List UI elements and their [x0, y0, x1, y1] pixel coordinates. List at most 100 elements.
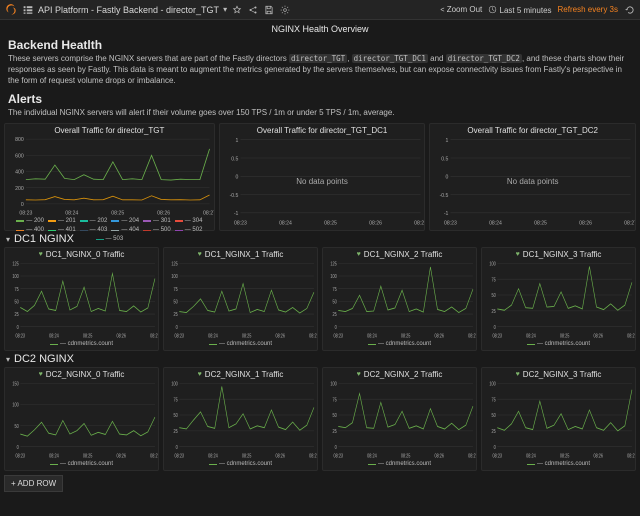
legend-item[interactable]: — 301: [143, 218, 171, 225]
dashboard-title[interactable]: API Platform - Fastly Backend - director…: [38, 5, 219, 15]
svg-text:75: 75: [15, 286, 20, 292]
chart-legend: — cdnmetrics.count: [323, 340, 476, 350]
chevron-down-icon: ▾: [6, 235, 10, 244]
chart-area[interactable]: 025507510008:2308:2408:2508:2608:27: [323, 379, 476, 460]
legend-item[interactable]: — 304: [175, 218, 203, 225]
legend-item[interactable]: — cdnmetrics.count: [527, 341, 590, 348]
panel-title: DC1_NGINX_1 Traffic: [205, 250, 284, 259]
time-range-button[interactable]: Last 5 minutes: [488, 5, 551, 15]
gear-icon[interactable]: [279, 4, 291, 16]
chart-panel[interactable]: ♥DC1_NGINX_3 Traffic025507510008:2308:24…: [481, 247, 636, 351]
overall-traffic-row: Overall Traffic for director_TGT02004006…: [0, 123, 640, 231]
chart-legend: — cdnmetrics.count: [5, 340, 158, 350]
panel-title: DC1_NGINX_0 Traffic: [46, 250, 125, 259]
legend-item[interactable]: — 204: [111, 218, 139, 225]
chart-area[interactable]: 05010015008:2308:2408:2508:2608:27: [5, 379, 158, 460]
alerts-section: Alerts The individual NGINX servers will…: [0, 90, 640, 123]
heart-icon: ♥: [357, 371, 361, 378]
svg-text:75: 75: [174, 286, 179, 292]
svg-text:08:25: 08:25: [401, 333, 411, 339]
svg-text:08:26: 08:26: [435, 333, 445, 339]
chart-area[interactable]: 025507510008:2308:2408:2508:2608:27: [482, 259, 635, 340]
chart-area[interactable]: -1-0.500.5108:2308:2408:2508:2608:27No d…: [220, 135, 425, 227]
panel-title: DC2_NGINX_0 Traffic: [46, 370, 125, 379]
svg-text:08:24: 08:24: [367, 453, 377, 459]
svg-text:08:27: 08:27: [309, 453, 317, 459]
legend-item[interactable]: — cdnmetrics.count: [527, 461, 590, 468]
legend-item[interactable]: — cdnmetrics.count: [368, 341, 431, 348]
chart-panel[interactable]: Overall Traffic for director_TGT_DC2-1-0…: [429, 123, 636, 231]
svg-text:0: 0: [21, 202, 24, 208]
legend-item[interactable]: — cdnmetrics.count: [368, 461, 431, 468]
svg-text:75: 75: [492, 277, 497, 283]
heart-icon: ♥: [516, 371, 520, 378]
svg-text:150: 150: [12, 381, 19, 387]
legend-item[interactable]: — cdnmetrics.count: [209, 341, 272, 348]
svg-text:08:25: 08:25: [560, 333, 570, 339]
svg-text:08:24: 08:24: [208, 453, 218, 459]
svg-text:08:25: 08:25: [560, 453, 570, 459]
chart-panel[interactable]: ♥DC2_NGINX_1 Traffic025507510008:2308:24…: [163, 367, 318, 471]
share-icon[interactable]: [247, 4, 259, 16]
legend-item[interactable]: — 202: [80, 218, 108, 225]
svg-text:25: 25: [492, 429, 497, 435]
chart-panel[interactable]: ♥DC1_NGINX_2 Traffic025507510012508:2308…: [322, 247, 477, 351]
legend-item[interactable]: — 503: [96, 236, 124, 243]
add-row-button[interactable]: + ADD ROW: [4, 475, 63, 492]
chart-area[interactable]: 025507510008:2308:2408:2508:2608:27: [164, 379, 317, 460]
svg-text:08:27: 08:27: [468, 333, 476, 339]
chart-area[interactable]: 025507510008:2308:2408:2508:2608:27: [482, 379, 635, 460]
svg-text:08:26: 08:26: [117, 453, 127, 459]
svg-text:125: 125: [330, 261, 337, 267]
panel-title: DC2_NGINX_1 Traffic: [205, 370, 284, 379]
legend-item[interactable]: — 201: [48, 218, 76, 225]
svg-text:25: 25: [174, 429, 179, 435]
zoom-out-button[interactable]: < Zoom Out: [440, 5, 482, 14]
refresh-interval-button[interactable]: Refresh every 3s: [558, 5, 618, 14]
dc2-row-header[interactable]: ▾DC2 NGINX: [0, 351, 640, 367]
chart-area[interactable]: 025507510012508:2308:2408:2508:2608:27: [164, 259, 317, 340]
chevron-down-icon[interactable]: ▾: [223, 5, 227, 14]
chart-panel[interactable]: ♥DC1_NGINX_1 Traffic025507510012508:2308…: [163, 247, 318, 351]
legend-item[interactable]: — cdnmetrics.count: [50, 461, 113, 468]
svg-text:25: 25: [174, 312, 179, 318]
chart-panel[interactable]: ♥DC2_NGINX_2 Traffic025507510008:2308:24…: [322, 367, 477, 471]
svg-text:08:24: 08:24: [208, 333, 218, 339]
legend-item[interactable]: — 404: [111, 227, 139, 234]
topbar: API Platform - Fastly Backend - director…: [0, 0, 640, 20]
chart-panel[interactable]: Overall Traffic for director_TGT02004006…: [4, 123, 215, 231]
chart-panel[interactable]: Overall Traffic for director_TGT_DC1-1-0…: [219, 123, 426, 231]
chart-area[interactable]: -1-0.500.5108:2308:2408:2508:2608:27No d…: [430, 135, 635, 227]
heart-icon: ♥: [39, 251, 43, 258]
svg-text:50: 50: [492, 413, 497, 419]
chart-legend: — cdnmetrics.count: [482, 340, 635, 350]
grafana-logo-icon[interactable]: [4, 3, 18, 17]
chart-panel[interactable]: ♥DC2_NGINX_3 Traffic025507510008:2308:24…: [481, 367, 636, 471]
legend-item[interactable]: — 200: [16, 218, 44, 225]
svg-text:25: 25: [333, 312, 338, 318]
svg-text:0: 0: [17, 324, 19, 330]
chart-panel[interactable]: ♥DC1_NGINX_0 Traffic025507510012508:2308…: [4, 247, 159, 351]
svg-text:08:23: 08:23: [493, 333, 503, 339]
svg-text:100: 100: [489, 261, 496, 267]
chart-area[interactable]: 025507510012508:2308:2408:2508:2608:27: [323, 259, 476, 340]
svg-text:50: 50: [492, 293, 497, 299]
chart-panel[interactable]: ♥DC2_NGINX_0 Traffic05010015008:2308:240…: [4, 367, 159, 471]
chart-area[interactable]: 025507510012508:2308:2408:2508:2608:27: [5, 259, 158, 340]
refresh-icon[interactable]: [624, 4, 636, 16]
legend-item[interactable]: — 403: [80, 227, 108, 234]
legend-item[interactable]: — cdnmetrics.count: [209, 461, 272, 468]
svg-text:0: 0: [335, 444, 337, 450]
svg-text:08:23: 08:23: [16, 333, 26, 339]
chart-area[interactable]: 020040060080008:2308:2408:2508:2608:27: [5, 135, 214, 216]
dashboard-list-icon[interactable]: [22, 4, 34, 16]
star-icon[interactable]: [231, 4, 243, 16]
svg-text:08:24: 08:24: [49, 333, 59, 339]
save-icon[interactable]: [263, 4, 275, 16]
chart-legend: — cdnmetrics.count: [482, 460, 635, 470]
chart-legend: — cdnmetrics.count: [323, 460, 476, 470]
svg-text:100: 100: [330, 274, 337, 280]
legend-item[interactable]: — cdnmetrics.count: [50, 341, 113, 348]
legend-item[interactable]: — 500: [143, 227, 171, 234]
legend-item[interactable]: — 502: [175, 227, 203, 234]
